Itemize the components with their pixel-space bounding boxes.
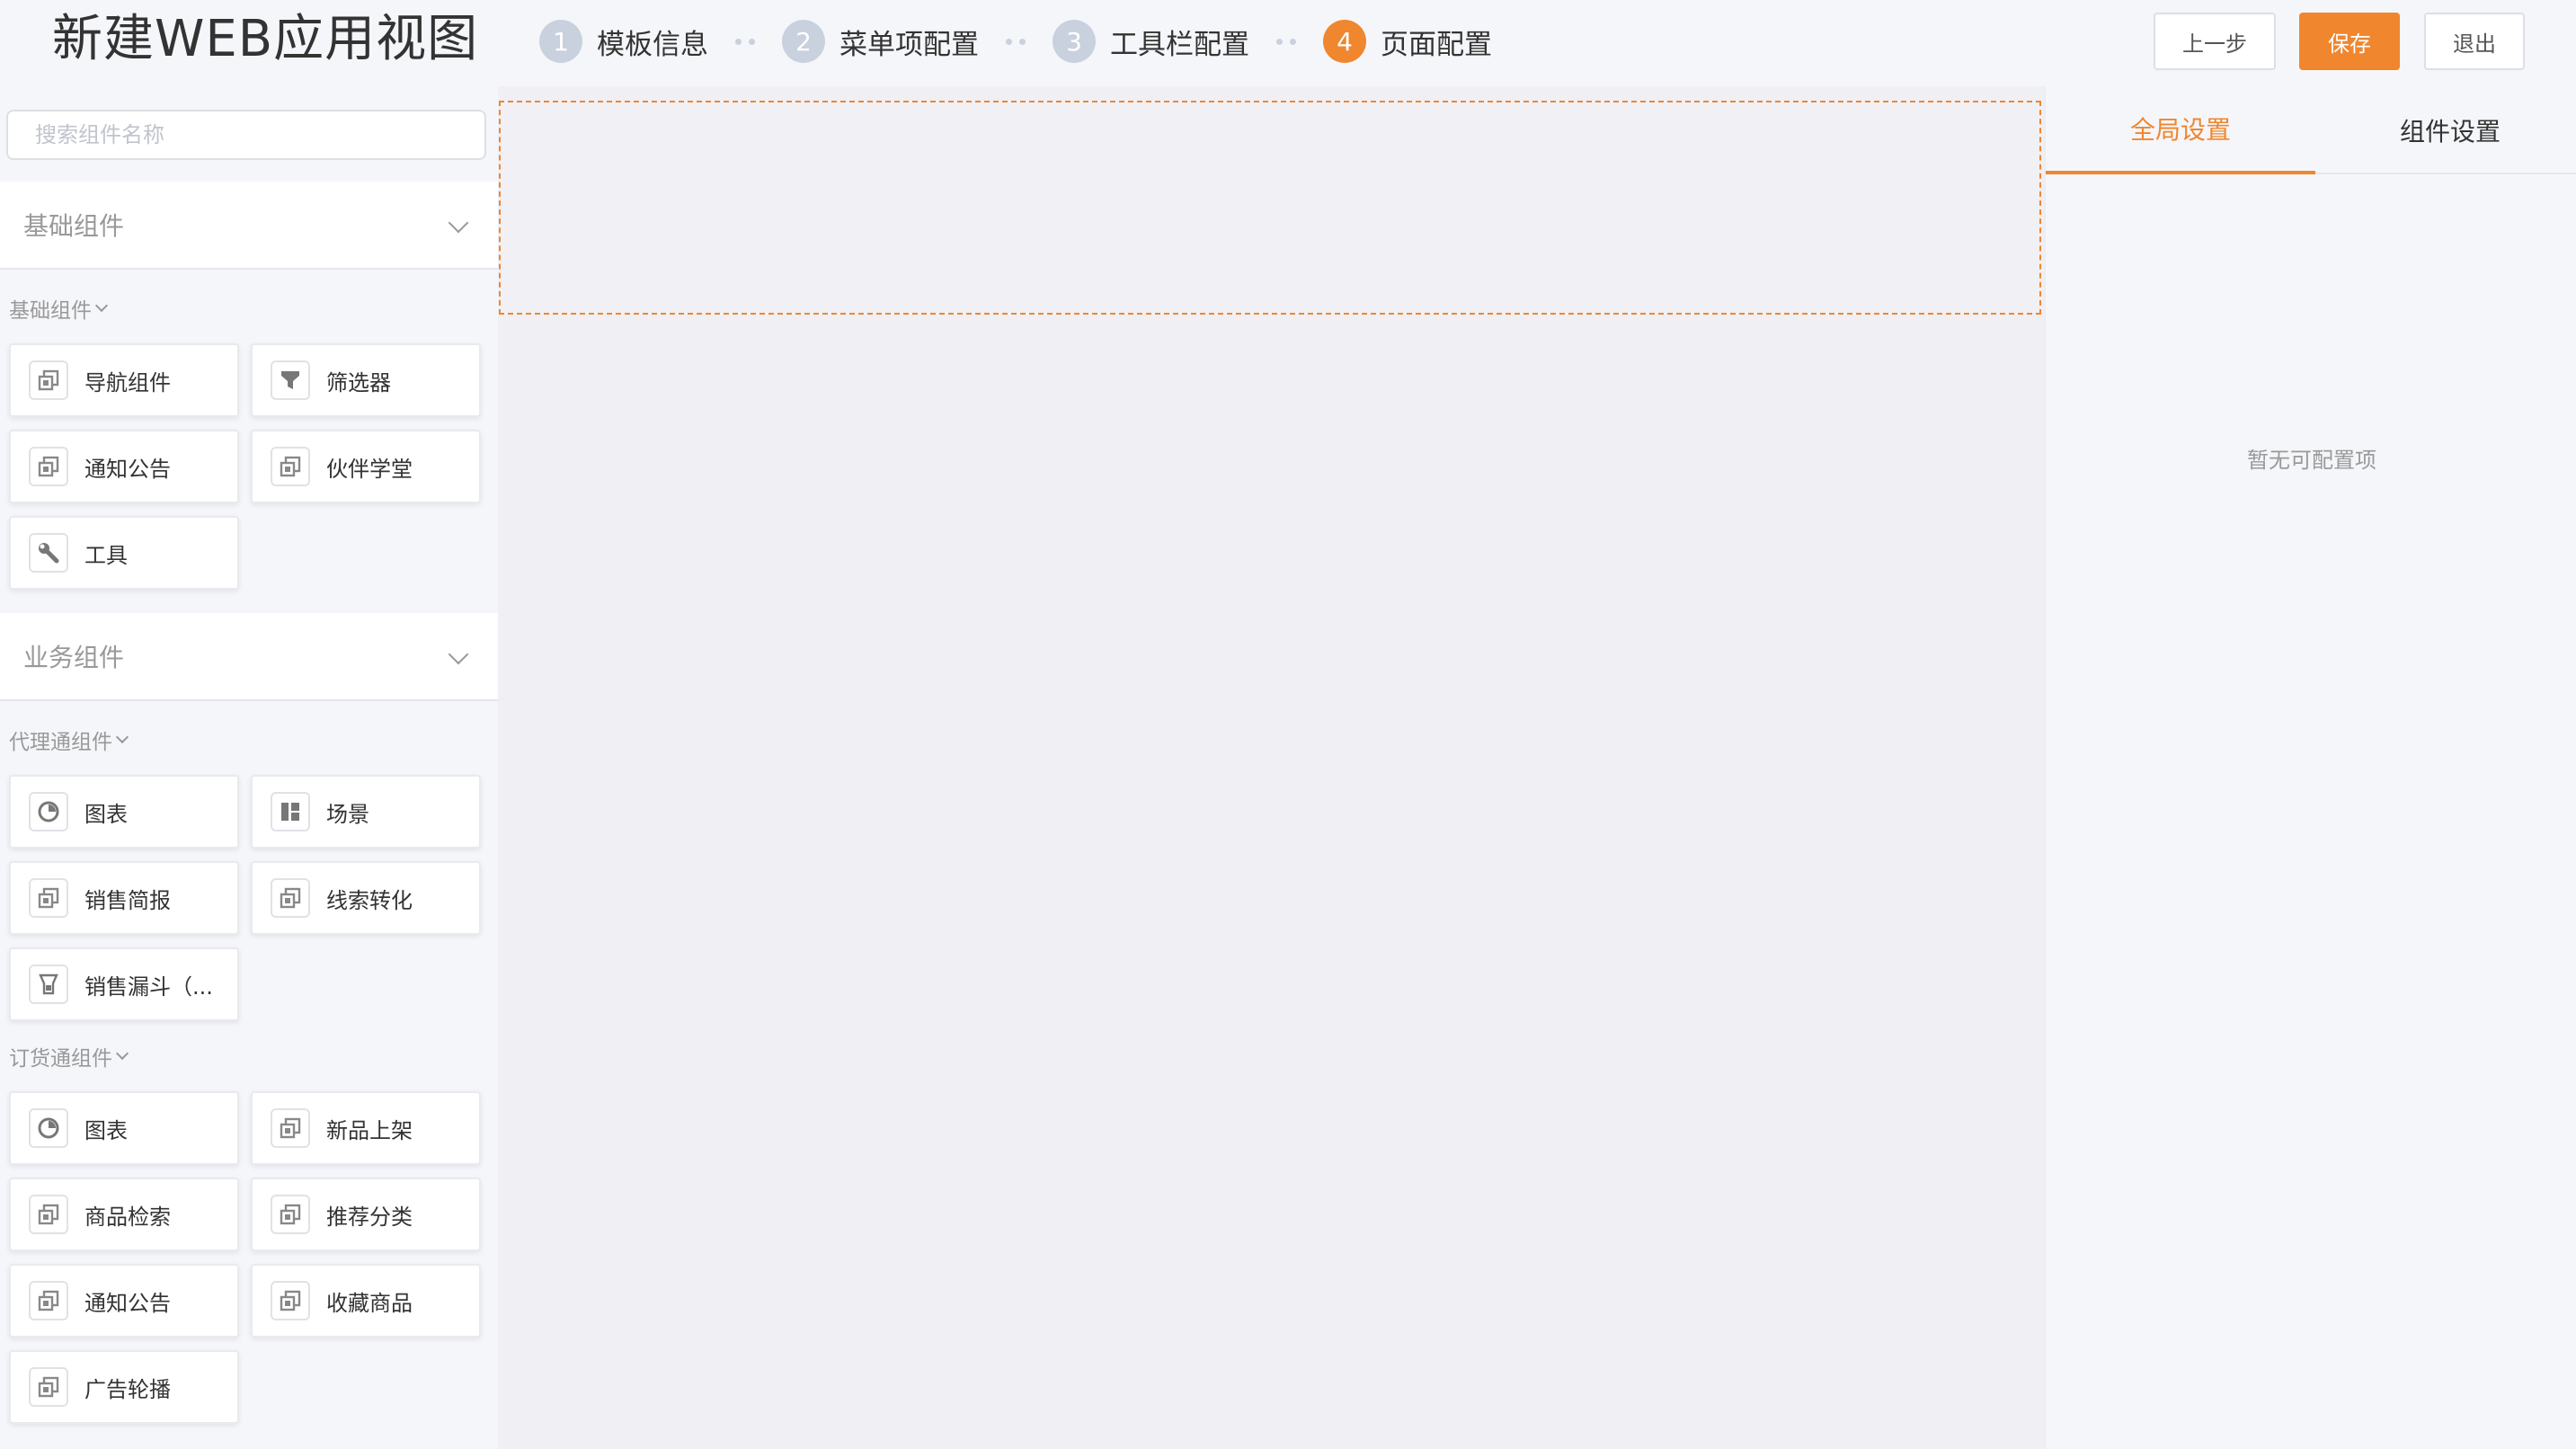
component-label: 图表 [84,1117,128,1143]
category-title: 基础组件 [23,211,125,241]
component-icon [271,1108,310,1148]
component-item[interactable]: 场景 [251,775,481,849]
component-label: 场景 [326,801,369,827]
component-icon [29,360,68,400]
component-icon [271,878,310,918]
component-label: 线索转化 [326,887,413,913]
search-box[interactable] [6,110,486,160]
component-icon [271,447,310,486]
component-icon [29,447,68,486]
component-item[interactable]: 新品上架 [251,1091,481,1165]
component-label: 通知公告 [84,1290,171,1316]
layout-icon [271,792,310,831]
component-item[interactable]: 销售简报 [9,861,239,935]
component-item[interactable]: 收藏商品 [251,1264,481,1338]
component-item[interactable]: 线索转化 [251,861,481,935]
component-item[interactable]: 通知公告 [9,1264,239,1338]
step-separator [1006,38,1026,45]
component-item[interactable]: 通知公告 [9,430,239,503]
component-icon [29,1367,68,1407]
chevron-down-icon [448,644,469,665]
group-label-text: 代理通组件 [9,731,112,754]
pie-chart-icon [29,792,68,831]
group-label-agent[interactable]: 代理通组件 [9,724,129,755]
component-label: 收藏商品 [326,1290,413,1316]
step-2[interactable]: 2 菜单项配置 [782,20,979,63]
component-label: 推荐分类 [326,1204,413,1230]
step-label: 工具栏配置 [1110,28,1249,61]
step-label: 模板信息 [597,28,708,61]
group-label-ordering[interactable]: 订货通组件 [9,1041,129,1071]
tab-global-settings[interactable]: 全局设置 [2046,86,2315,174]
page-canvas[interactable] [498,86,2044,1449]
settings-tabs: 全局设置 组件设置 [2046,86,2576,174]
component-library-panel: 基础组件 基础组件 导航组件 筛选器 通知公告 伙伴学堂 工具 [0,86,498,1449]
step-4[interactable]: 4 页面配置 [1323,20,1492,63]
search-input[interactable] [35,122,484,147]
component-item[interactable]: 图表 [9,775,239,849]
component-icon [29,878,68,918]
chevron-down-icon [115,730,129,744]
component-item[interactable]: 筛选器 [251,343,481,417]
exit-button[interactable]: 退出 [2424,13,2525,70]
component-label: 筛选器 [326,369,391,396]
component-label: 图表 [84,801,128,827]
component-label: 通知公告 [84,456,171,482]
wrench-icon [29,533,68,573]
component-item[interactable]: 销售漏斗（... [9,947,239,1021]
settings-panel: 全局设置 组件设置 暂无可配置项 [2044,86,2576,1449]
step-1[interactable]: 1 模板信息 [539,20,708,63]
save-button[interactable]: 保存 [2299,13,2400,70]
component-item[interactable]: 图表 [9,1091,239,1165]
component-label: 销售漏斗（... [84,973,213,1000]
empty-state-text: 暂无可配置项 [2247,448,2376,473]
step-indicator: 1 模板信息 2 菜单项配置 3 工具栏配置 4 页面配置 [539,20,1492,63]
group-label-text: 订货通组件 [9,1047,112,1071]
page-title: 新建WEB应用视图 [52,10,479,68]
component-label: 销售简报 [84,887,171,913]
component-item[interactable]: 导航组件 [9,343,239,417]
step-separator [735,38,755,45]
chevron-down-icon [115,1046,129,1061]
step-3[interactable]: 3 工具栏配置 [1053,20,1249,63]
category-header-basic[interactable]: 基础组件 [0,182,498,270]
component-label: 商品检索 [84,1204,171,1230]
category-title: 业务组件 [23,643,125,672]
step-number: 4 [1323,20,1366,63]
category-header-business[interactable]: 业务组件 [0,613,498,701]
tab-component-settings[interactable]: 组件设置 [2315,86,2576,174]
pie-chart-icon [29,1108,68,1148]
component-drop-zone[interactable] [499,101,2041,315]
component-item[interactable]: 推荐分类 [251,1178,481,1251]
component-item[interactable]: 商品检索 [9,1178,239,1251]
component-label: 工具 [84,542,128,568]
component-label: 伙伴学堂 [326,456,413,482]
header: 新建WEB应用视图 1 模板信息 2 菜单项配置 3 工具栏配置 4 页面配置 … [0,0,2576,86]
chevron-down-icon [448,212,469,234]
component-icon [271,1281,310,1320]
previous-step-button[interactable]: 上一步 [2154,13,2276,70]
step-label: 菜单项配置 [839,28,979,61]
component-label: 新品上架 [326,1117,413,1143]
step-number: 2 [782,20,825,63]
component-icon [271,1195,310,1234]
group-label-basic[interactable]: 基础组件 [9,293,109,324]
filter-icon [271,360,310,400]
chevron-down-icon [94,298,109,313]
component-label: 导航组件 [84,369,171,396]
component-label: 广告轮播 [84,1376,171,1402]
funnel-icon [29,965,68,1004]
step-label: 页面配置 [1381,28,1492,61]
component-icon [29,1281,68,1320]
component-item[interactable]: 广告轮播 [9,1350,239,1424]
component-icon [29,1195,68,1234]
step-separator [1276,38,1296,45]
component-item[interactable]: 工具 [9,516,239,590]
component-item[interactable]: 伙伴学堂 [251,430,481,503]
step-number: 3 [1053,20,1096,63]
group-label-text: 基础组件 [9,299,92,323]
step-number: 1 [539,20,582,63]
